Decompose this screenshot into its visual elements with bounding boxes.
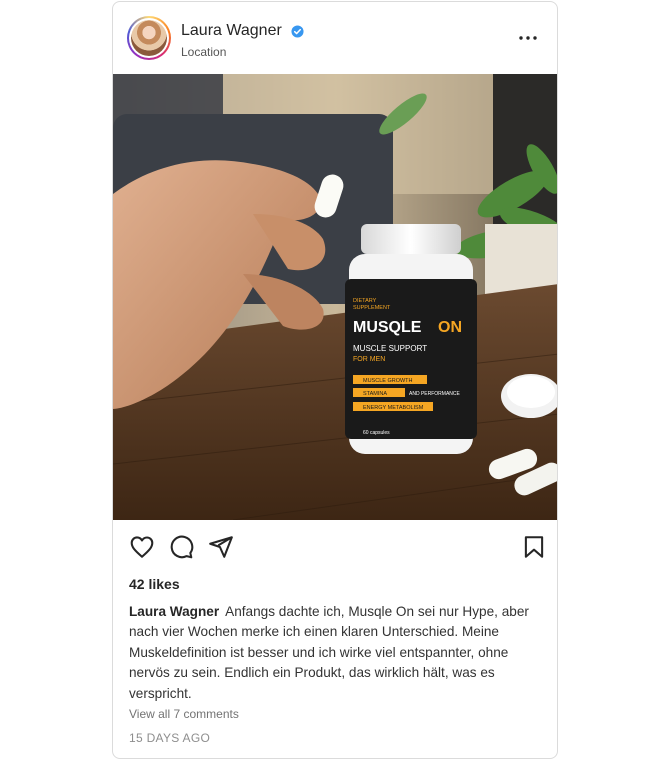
user-name[interactable]: Laura Wagner (181, 22, 282, 40)
send-icon[interactable] (208, 534, 234, 560)
post-card: Laura Wagner Location DIETARY SUPPLEMENT… (112, 1, 558, 759)
label-top-1: DIETARY (353, 298, 377, 304)
tagline-1: MUSCLE SUPPORT (353, 344, 427, 353)
feature-2-extra: AND PERFORMANCE (409, 391, 461, 397)
verified-badge-icon (291, 25, 304, 38)
feature-3: ENERGY METABOLISM (363, 405, 424, 411)
more-horizontal-icon[interactable] (517, 28, 539, 48)
comment-icon[interactable] (168, 534, 194, 560)
post-caption: Laura Wagner Anfangs dachte ich, Musqle O… (129, 602, 541, 704)
feature-2: STAMINA (363, 391, 387, 397)
caption-author[interactable]: Laura Wagner (129, 604, 219, 619)
post-timestamp: 15 DAYS AGO (129, 731, 211, 745)
likes-count[interactable]: 42 likes (129, 576, 180, 592)
bookmark-icon[interactable] (521, 534, 547, 560)
avatar-image (131, 20, 167, 56)
feature-1: MUSCLE GROWTH (363, 378, 413, 384)
tagline-2: FOR MEN (353, 356, 385, 363)
capsule-count: 60 capsules (363, 430, 390, 436)
avatar[interactable] (127, 16, 171, 60)
heart-icon[interactable] (129, 534, 155, 560)
post-header: Laura Wagner Location (113, 2, 557, 74)
brand-suffix: ON (438, 319, 462, 336)
view-comments-link[interactable]: View all 7 comments (129, 707, 239, 721)
action-bar (113, 534, 557, 564)
location-label[interactable]: Location (181, 45, 226, 59)
brand-name: MUSQLE (353, 319, 422, 336)
label-top-2: SUPPLEMENT (353, 305, 391, 311)
post-photo[interactable]: DIETARY SUPPLEMENT MUSQLE ON MUSCLE SUPP… (113, 74, 558, 520)
